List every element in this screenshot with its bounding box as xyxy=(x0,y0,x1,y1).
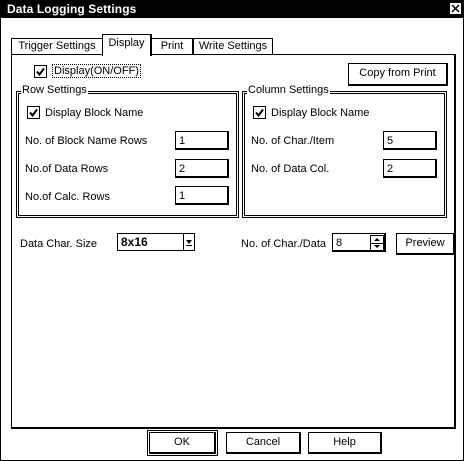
cancel-button[interactable]: Cancel xyxy=(226,432,301,454)
data-col-label: No. of Data Col. xyxy=(251,163,330,175)
check-icon xyxy=(29,108,38,118)
check-icon xyxy=(36,67,45,76)
preview-button[interactable]: Preview xyxy=(396,233,455,255)
data-char-size-select[interactable]: 8x16 xyxy=(117,233,183,251)
data-rows-input[interactable]: 2 xyxy=(175,159,229,178)
block-name-rows-input[interactable]: 1 xyxy=(175,131,229,150)
data-col-input[interactable]: 2 xyxy=(383,159,437,178)
tab-display[interactable]: Display xyxy=(102,34,152,56)
dropdown-arrow-icon xyxy=(186,240,192,246)
row-display-block-name-label: Display Block Name xyxy=(45,106,144,119)
row-settings-group: Row Settings Display Block Name No. of B… xyxy=(16,84,239,218)
column-settings-group: Column Settings Display Block Name No. o… xyxy=(242,84,447,218)
spin-up-button[interactable] xyxy=(371,236,383,244)
data-char-size-label: Data Char. Size xyxy=(20,238,98,250)
column-settings-title: Column Settings xyxy=(247,84,330,96)
calc-rows-label: No.of Calc. Rows xyxy=(25,191,110,203)
tab-panel-display: Display(ON/OFF) Copy from Print Row Sett… xyxy=(11,54,456,429)
close-icon xyxy=(451,4,460,13)
spin-down-button[interactable] xyxy=(371,244,383,251)
calc-rows-input[interactable]: 1 xyxy=(175,186,229,205)
tab-label: Trigger Settings xyxy=(18,40,96,52)
spin-down-icon xyxy=(374,245,380,248)
char-per-data-value: 8 xyxy=(336,237,343,249)
data-logging-dialog: Data Logging Settings Trigger Settings D… xyxy=(0,0,464,461)
tab-trigger-settings[interactable]: Trigger Settings xyxy=(11,38,103,55)
data-char-size-dropdown-button[interactable] xyxy=(183,233,195,251)
tab-label: Write Settings xyxy=(198,40,268,52)
title-bar: Data Logging Settings xyxy=(1,1,463,18)
tab-print[interactable]: Print xyxy=(151,38,193,55)
ok-button[interactable]: OK xyxy=(147,430,218,456)
char-per-data-spinner[interactable] xyxy=(370,235,384,251)
tab-label: Print xyxy=(160,40,184,52)
spin-up-icon xyxy=(374,238,380,241)
check-icon xyxy=(255,108,264,118)
tab-write-settings[interactable]: Write Settings xyxy=(193,38,273,55)
checkbox-box[interactable] xyxy=(253,106,266,119)
column-display-block-name-label: Display Block Name xyxy=(271,106,370,119)
char-item-label: No. of Char./Item xyxy=(251,135,335,147)
row-settings-title: Row Settings xyxy=(21,84,88,96)
display-toggle-checkbox[interactable]: Display(ON/OFF) xyxy=(34,64,141,78)
checkbox-box[interactable] xyxy=(34,64,47,78)
data-rows-label: No.of Data Rows xyxy=(25,163,109,175)
block-name-rows-label: No. of Block Name Rows xyxy=(25,135,148,147)
checkbox-box[interactable] xyxy=(27,106,40,119)
char-per-data-label: No. of Char./Data xyxy=(241,238,326,250)
copy-from-print-button[interactable]: Copy from Print xyxy=(348,63,448,86)
char-item-input[interactable]: 5 xyxy=(383,131,437,150)
close-button[interactable] xyxy=(450,3,461,14)
window-title: Data Logging Settings xyxy=(7,2,137,16)
row-display-block-name-checkbox[interactable]: Display Block Name xyxy=(27,106,143,119)
column-display-block-name-checkbox[interactable]: Display Block Name xyxy=(253,106,369,119)
tab-label: Display xyxy=(108,37,145,49)
display-toggle-label: Display(ON/OFF) xyxy=(52,64,141,78)
help-button[interactable]: Help xyxy=(308,432,382,454)
